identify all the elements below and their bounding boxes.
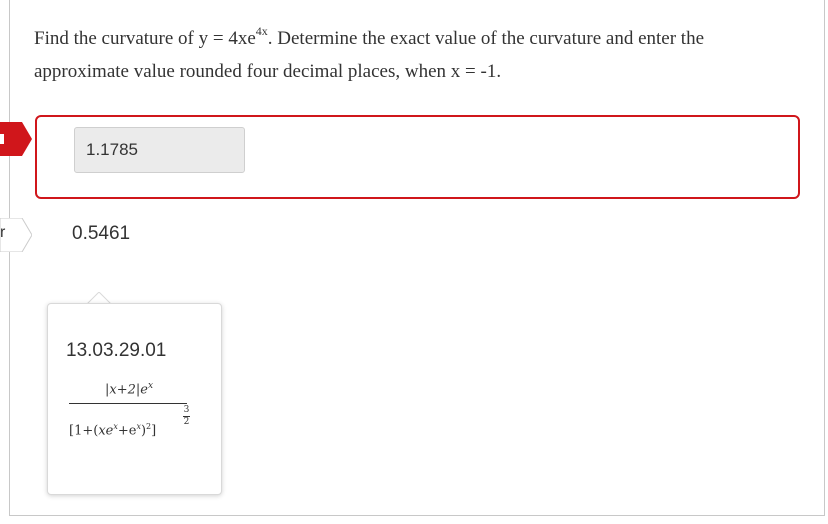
flag-letter: r [0,224,6,241]
curvature-formula: |x+2|ex [1+(xex+ex)2] 32 [69,378,190,468]
correct-answer: 0.5461 [72,223,131,244]
answer-input[interactable]: 1.1785 [74,127,245,173]
formula-numerator: |x+2|ex [105,381,154,398]
question-text: Find the curvature of y = 4xe4x. Determi… [34,23,705,82]
formula-exponent: 32 [183,405,190,427]
incorrect-flag-icon [0,122,32,156]
tooltip-code: 13.03.29.01 [66,340,167,361]
exponent: 4x [255,23,268,38]
formula-denominator: [1+(xex+ex)2] [69,422,157,439]
fraction-line [69,403,187,404]
